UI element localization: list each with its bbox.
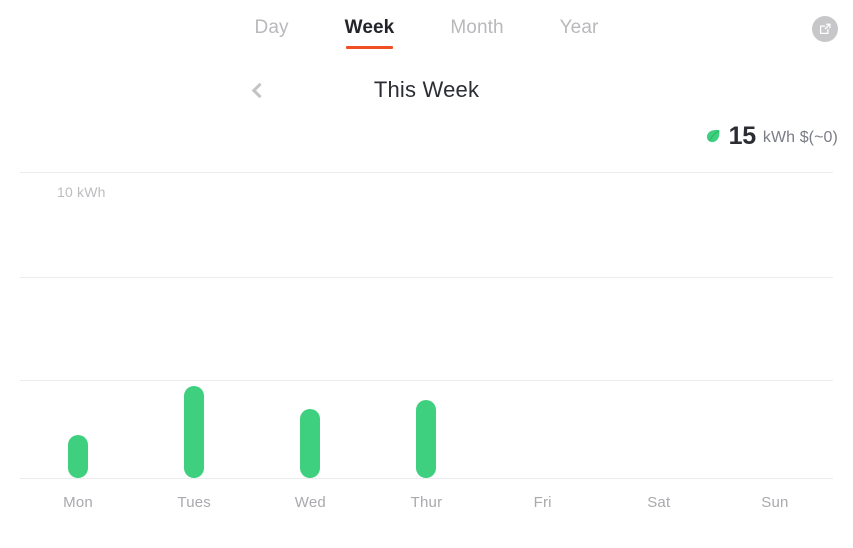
period-tabs: Day Week Month Year [0, 16, 853, 49]
tab-week-label: Week [344, 17, 395, 38]
x-label-mon: Mon [63, 494, 93, 511]
energy-total-unit: kWh $(~0) [762, 128, 838, 146]
bar-thur[interactable] [416, 400, 437, 478]
tab-month[interactable]: Month [450, 16, 503, 49]
tab-week[interactable]: Week [345, 16, 395, 49]
x-label-thur: Thur [410, 494, 443, 511]
x-label-tues: Tues [177, 494, 211, 511]
bar-column-tues[interactable] [136, 172, 252, 478]
period-title: This Week [373, 77, 480, 102]
tab-month-label: Month [450, 17, 504, 38]
energy-usage-screen: Day Week Month Year This Week 15 kWh $(~… [0, 0, 853, 548]
x-axis-labels: Mon Tues Wed Thur Fri Sat Sun [20, 492, 833, 514]
tab-day-label: Day [254, 17, 289, 38]
external-link-icon [819, 23, 831, 35]
bar-column-wed[interactable] [252, 172, 368, 478]
bar-tues[interactable] [184, 386, 205, 478]
bar-mon[interactable] [68, 435, 89, 478]
bar-column-sat[interactable] [601, 172, 717, 478]
bar-column-fri[interactable] [485, 172, 601, 478]
external-link-button[interactable] [812, 16, 838, 42]
bar-column-mon[interactable] [20, 172, 136, 478]
bar-group [20, 172, 833, 478]
period-navigation: This Week [0, 70, 853, 110]
tab-year-label: Year [559, 17, 599, 38]
x-label-sun: Sun [761, 494, 789, 511]
energy-summary: 15 kWh $(~0) [704, 120, 838, 152]
tab-day[interactable]: Day [255, 16, 289, 49]
tab-year[interactable]: Year [560, 16, 599, 49]
leaf-icon [704, 127, 722, 145]
period-tab-bar: Day Week Month Year [0, 0, 853, 62]
bar-column-thur[interactable] [368, 172, 484, 478]
chart-baseline [20, 478, 833, 479]
x-label-fri: Fri [533, 494, 552, 511]
energy-bar-chart: 10 kWh [20, 172, 833, 479]
bar-wed[interactable] [300, 409, 321, 478]
bar-column-sun[interactable] [717, 172, 833, 478]
x-label-wed: Wed [294, 494, 326, 511]
x-label-sat: Sat [647, 494, 671, 511]
tab-active-underline [345, 46, 394, 49]
energy-total-value: 15 [728, 122, 757, 150]
